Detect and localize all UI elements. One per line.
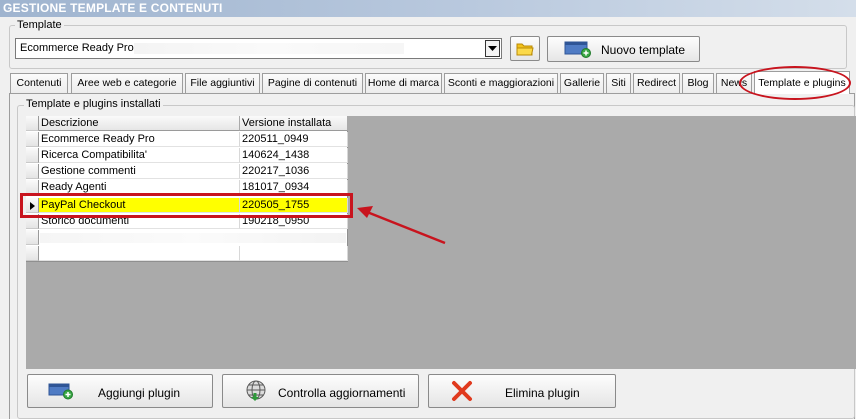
dropdown-button[interactable] [485, 40, 500, 57]
blurred-region [134, 43, 404, 54]
annotation-highlight-box [20, 193, 353, 218]
plugin-version: 220511_0949 [240, 132, 348, 147]
new-template-label: Nuovo template [601, 43, 686, 57]
annotation-ellipse [739, 66, 851, 100]
plugin-description: Gestione commenti [39, 164, 240, 179]
table-row[interactable]: Ricerca Compatibilita' 140624_1438 [26, 148, 348, 163]
check-updates-label: Controlla aggiornamenti [278, 386, 406, 400]
tab-file-aggiuntivi[interactable]: File aggiuntivi [185, 73, 260, 93]
add-window-icon [564, 41, 591, 58]
add-window-icon [48, 383, 73, 400]
plugin-description: Ecommerce Ready Pro [39, 132, 240, 147]
tab-pagine-contenuti[interactable]: Pagine di contenuti [262, 73, 363, 93]
tab-home-marca[interactable]: Home di marca [365, 73, 442, 93]
row-header [26, 230, 39, 245]
add-plugin-label: Aggiungi plugin [98, 386, 181, 400]
tab-redirect[interactable]: Redirect [633, 73, 680, 93]
table-row[interactable]: Gestione commenti 220217_1036 [26, 164, 348, 179]
open-folder-button[interactable] [510, 36, 540, 61]
table-row[interactable]: Ecommerce Ready Pro 220511_0949 [26, 132, 348, 147]
chevron-down-icon [488, 46, 497, 51]
empty-cell[interactable] [240, 246, 348, 261]
table-row-blurred [26, 230, 348, 245]
add-plugin-button[interactable]: Aggiungi plugin [27, 374, 213, 408]
empty-cell[interactable] [39, 246, 240, 261]
row-header[interactable] [26, 148, 39, 163]
delete-x-icon [452, 381, 472, 401]
column-header-versione[interactable]: Versione installata [240, 116, 348, 131]
window-title: GESTIONE TEMPLATE E CONTENUTI [0, 0, 856, 17]
row-header[interactable] [26, 132, 39, 147]
row-header-corner [26, 116, 39, 131]
column-header-descrizione[interactable]: Descrizione [39, 116, 240, 131]
table-row-new[interactable] [26, 246, 348, 261]
plugin-version: 140624_1438 [240, 148, 348, 163]
tab-aree-web[interactable]: Aree web e categorie [71, 73, 183, 93]
folder-icon [516, 43, 534, 56]
table-header: Descrizione Versione installata [26, 116, 348, 131]
tab-siti[interactable]: Siti [606, 73, 631, 93]
tab-sconti[interactable]: Sconti e maggiorazioni [444, 73, 558, 93]
globe-download-icon [246, 380, 266, 401]
blurred-region [40, 233, 346, 243]
tab-contenuti[interactable]: Contenuti [10, 73, 68, 93]
plugins-table[interactable]: Descrizione Versione installata Ecommerc… [26, 116, 348, 262]
tab-blog[interactable]: Blog [682, 73, 714, 93]
new-template-button[interactable]: Nuovo template [547, 36, 700, 62]
template-legend: Template [15, 19, 64, 31]
delete-plugin-button[interactable]: Elimina plugin [428, 374, 616, 408]
template-select[interactable]: Ecommerce Ready Pro [15, 38, 502, 59]
tab-gallerie[interactable]: Gallerie [560, 73, 604, 93]
template-select-value: Ecommerce Ready Pro [20, 42, 134, 54]
annotation-arrow-icon [357, 206, 446, 245]
row-header[interactable] [26, 164, 39, 179]
row-header [26, 246, 39, 261]
delete-plugin-label: Elimina plugin [505, 386, 580, 400]
plugin-version: 220217_1036 [240, 164, 348, 179]
check-updates-button[interactable]: Controlla aggiornamenti [222, 374, 419, 408]
plugins-legend: Template e plugins installati [24, 98, 163, 110]
plugin-description: Ricerca Compatibilita' [39, 148, 240, 163]
